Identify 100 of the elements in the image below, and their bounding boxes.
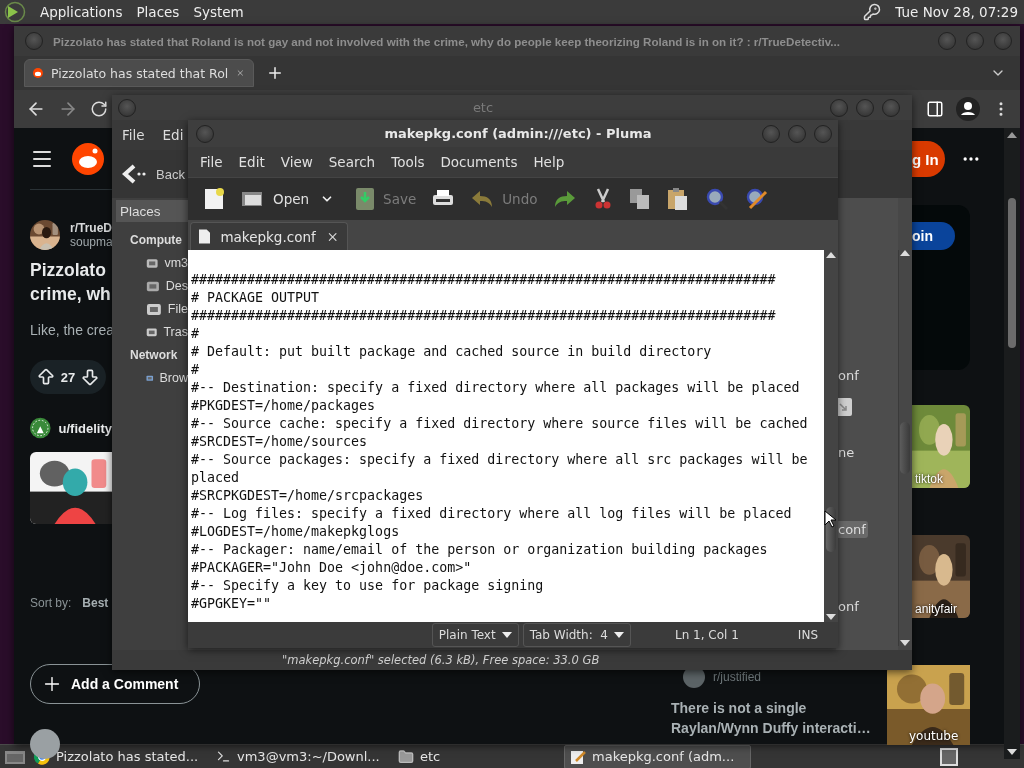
file-name[interactable]: onf (836, 598, 861, 615)
community-name[interactable]: r/justified (713, 670, 762, 684)
open-button[interactable]: Open (236, 183, 315, 215)
menu-item[interactable]: Search (320, 154, 384, 170)
key-icon[interactable] (863, 3, 882, 21)
code-line: ######################################################################### (191, 307, 777, 325)
scroll-down-icon[interactable] (899, 640, 910, 646)
code-line: #PKGDEST=/home/packages (191, 397, 377, 415)
video-thumbnail[interactable]: youtube (887, 665, 970, 745)
advertiser-name[interactable]: u/fidelity (58, 420, 112, 436)
status-text: "makepkg.conf" selected (6.3 kB), Free space: 33.0 GB (112, 650, 912, 670)
window-title: makepkg.conf (admin:///etc) - Pluma (383, 126, 653, 141)
menu-item[interactable]: File (192, 154, 231, 170)
new-document-icon (203, 187, 225, 211)
menu-item[interactable]: System (193, 4, 244, 20)
video-source: youtube (909, 729, 959, 743)
window-title: Pizzolato has stated that Roland is not gay and not involved with the crime, why do people keep theorizing Roland is in on it? : r/TrueDetectiv... (53, 34, 841, 48)
upvote-icon[interactable] (36, 367, 56, 387)
scroll-up-icon[interactable] (899, 250, 910, 256)
scrollbar[interactable] (898, 250, 910, 646)
code-line: #-- Destination: specify a fixed directory where all packages will be placed (191, 379, 801, 397)
video-thumbnail[interactable]: anityfair (912, 535, 970, 618)
author-name: soupma (70, 235, 113, 249)
insert-mode: INS (797, 628, 818, 642)
sidebar-item[interactable]: File (116, 297, 188, 320)
related-post-title[interactable]: There is not a single (671, 698, 887, 718)
caret-icon (614, 632, 624, 638)
search-pencil-icon (745, 187, 770, 211)
video-source: tiktok (915, 472, 943, 486)
clock: Tue Nov 28, 07:29 (895, 4, 1018, 20)
scrollbar[interactable] (1004, 128, 1020, 759)
browser-tab[interactable]: Pizzolato has stated that Rol (24, 59, 254, 87)
scrollbar[interactable] (824, 250, 838, 622)
places-dropdown[interactable]: Places (116, 200, 188, 222)
code-line: #PACKAGER="John Doe <john@doe.com>" (191, 559, 473, 577)
workspace-icon[interactable] (938, 746, 960, 767)
logo-icon[interactable] (72, 142, 104, 175)
window-title: etc (471, 100, 495, 115)
code-line: #SRCDEST=/home/sources (191, 433, 369, 451)
save-icon (355, 187, 376, 211)
file-name[interactable]: ne (836, 444, 857, 461)
related-post-title[interactable]: Raylan/Wynn Duffy interacti… (671, 718, 887, 738)
video-source: anityfair (915, 602, 958, 616)
sort-label: Sort by: (30, 596, 72, 610)
menu-item[interactable]: Documents (432, 154, 526, 170)
sidebar-item[interactable]: Tras (116, 320, 188, 343)
cursor-position: Ln 1, Col 1 (675, 628, 739, 642)
logo-icon (33, 65, 43, 81)
play-logo-icon[interactable] (4, 1, 26, 23)
language-dropdown[interactable]: Plain Text (431, 623, 519, 647)
menu-item[interactable]: Places (136, 4, 180, 20)
sort-dropdown[interactable]: Best (82, 596, 109, 610)
menu-item[interactable]: Edi (162, 127, 184, 143)
code-line: #-- Source cache: specify a fixed directory where source files will be cached (191, 415, 809, 433)
document-tab[interactable]: makepkg.conf (190, 222, 348, 250)
code-line: # Default: put built package and cached source in build directory (191, 343, 713, 361)
document-icon (199, 229, 211, 244)
section-heading: Network (129, 346, 179, 364)
menu-item[interactable]: Applications (40, 4, 123, 20)
section-heading: Compute (129, 231, 183, 249)
scroll-up-icon[interactable] (826, 252, 836, 258)
scroll-down-icon[interactable] (1007, 749, 1017, 755)
vote-count: 27 (60, 369, 76, 385)
join-button[interactable]: oin (912, 222, 955, 250)
scroll-thumb[interactable] (1008, 198, 1016, 348)
taskbar-item[interactable]: Pizzolato has stated... (28, 744, 208, 768)
sidebar-item[interactable]: Brow (116, 366, 188, 389)
file-name[interactable]: onf (836, 367, 861, 384)
sidebar-item[interactable]: vm3 (116, 251, 188, 274)
new-tab-icon[interactable] (266, 64, 284, 82)
back-button[interactable]: Back (122, 158, 185, 190)
tab-width-dropdown[interactable]: Tab Width: 4 (522, 623, 631, 647)
menu-item[interactable]: File (122, 127, 145, 143)
code-line: #SRCPKGDEST=/home/srcpackages (191, 487, 425, 505)
menu-item[interactable]: Tools (383, 154, 433, 170)
code-line: #LOGDEST=/home/makepkglogs (191, 523, 401, 541)
text-editor[interactable] (188, 250, 824, 622)
downvote-icon[interactable] (80, 367, 100, 387)
scroll-down-icon[interactable] (826, 614, 836, 620)
code-line: # (191, 361, 200, 379)
taskbar-item[interactable]: vm3@vm3:~/Downl... (210, 744, 390, 768)
taskbar-item[interactable]: makepkg.conf (adm... (564, 744, 751, 768)
copy-icon (629, 188, 652, 210)
scroll-thumb[interactable] (899, 422, 910, 474)
sidebar-item[interactable]: Des (116, 274, 188, 297)
subreddit-link[interactable]: r/TrueD (70, 221, 113, 235)
terminal-icon (216, 749, 231, 764)
menu-item[interactable]: Help (525, 154, 573, 170)
post-title: crime, wh (30, 283, 112, 306)
code-line: #-- Source packages: specify a fixed directory where all src packages will be (191, 451, 809, 469)
taskbar-item[interactable]: etc (392, 744, 564, 768)
scroll-up-icon[interactable] (1007, 132, 1017, 138)
menu-item[interactable]: Edit (230, 154, 273, 170)
profile-icon[interactable] (956, 97, 980, 121)
file-name[interactable]: conf (836, 521, 868, 538)
login-button[interactable]: g In (912, 141, 945, 177)
sidebar-icon[interactable] (926, 100, 944, 118)
reload-icon[interactable] (90, 100, 108, 118)
menu-item[interactable]: View (272, 154, 321, 170)
post-title: Pizzolato (30, 259, 107, 282)
